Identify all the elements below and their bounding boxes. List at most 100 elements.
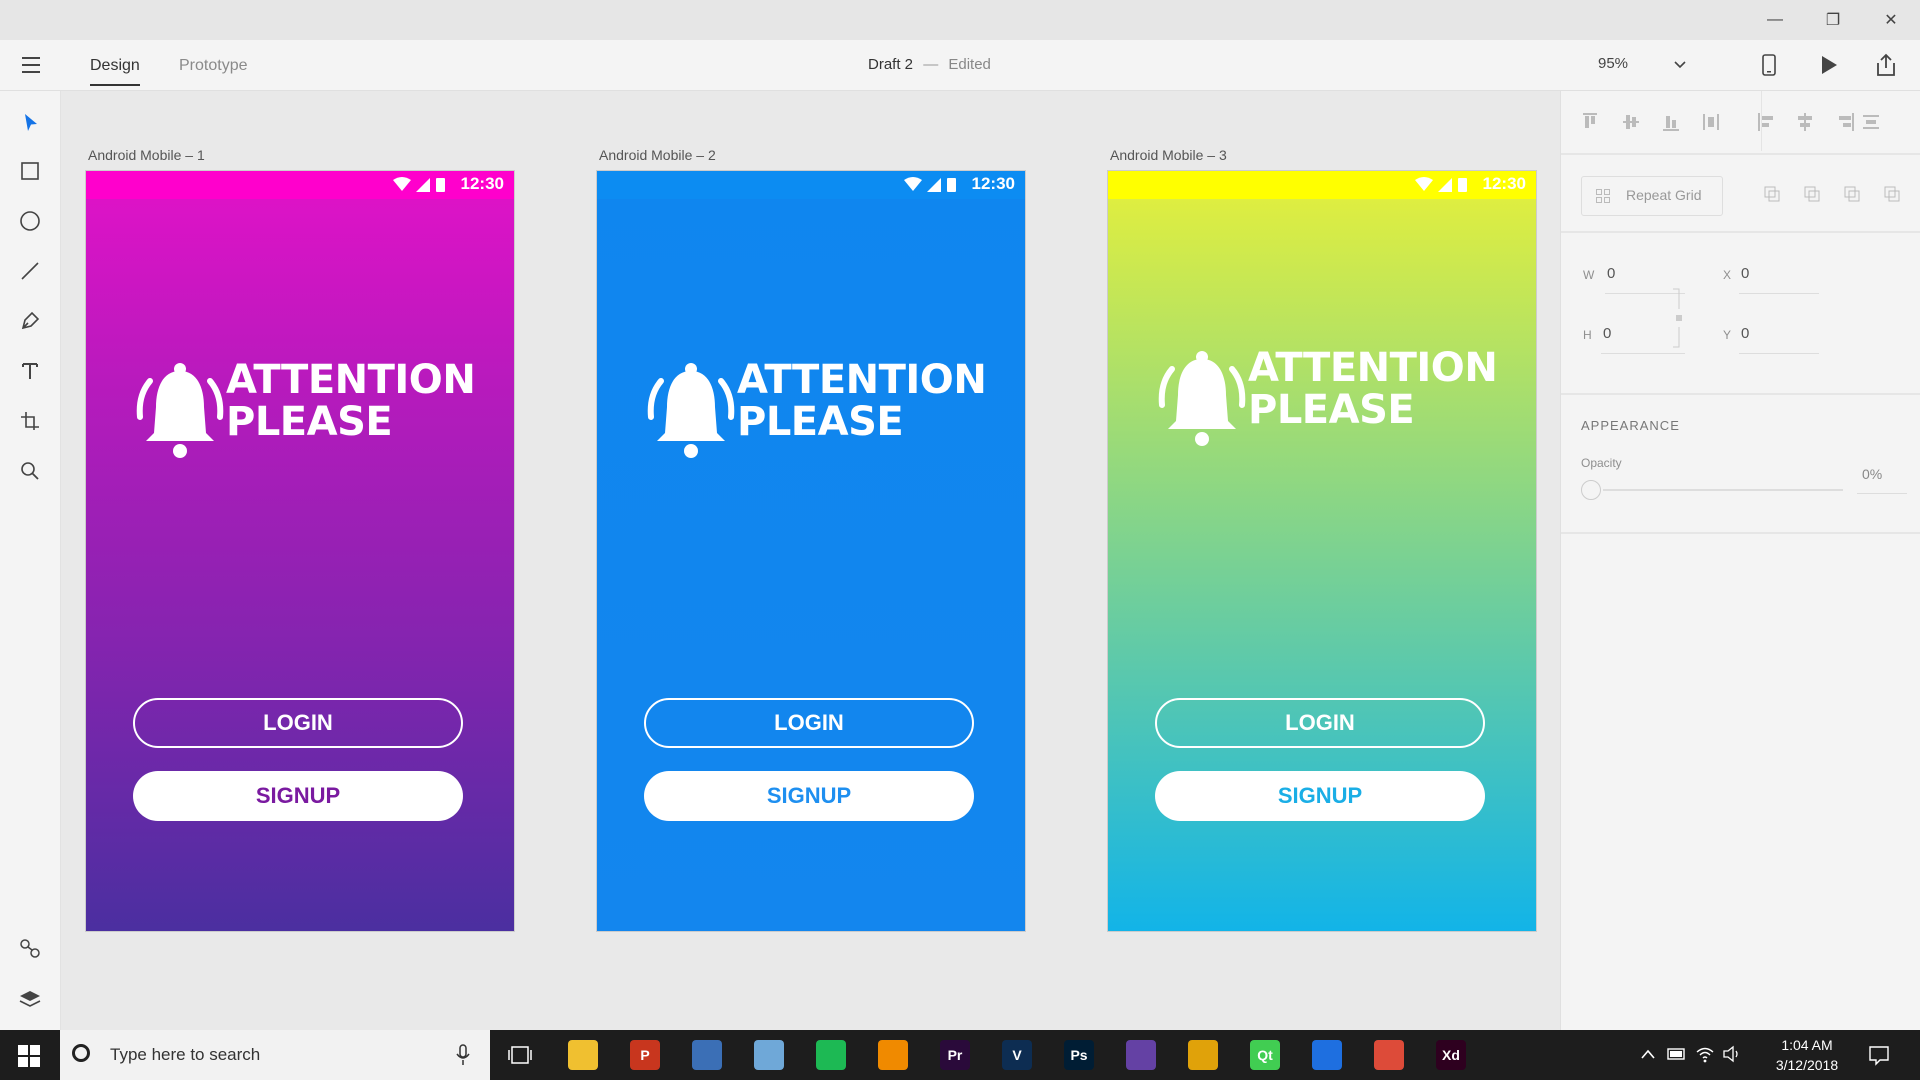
- doc-status: Edited: [948, 56, 991, 73]
- system-tray: [1640, 1044, 1780, 1066]
- signup-button[interactable]: SIGNUP: [644, 771, 974, 821]
- line-tool-icon[interactable]: [14, 255, 46, 287]
- play-icon[interactable]: [1819, 54, 1839, 76]
- height-field[interactable]: 0: [1603, 325, 1611, 342]
- document-title: Draft 2 — Edited: [868, 56, 991, 73]
- wifi-icon[interactable]: [1695, 1045, 1715, 1063]
- cortana-circle-icon: [72, 1044, 90, 1062]
- battery-icon[interactable]: [1667, 1047, 1687, 1061]
- login-button[interactable]: LOGIN: [133, 698, 463, 748]
- artboard-label[interactable]: Android Mobile – 1: [88, 147, 205, 163]
- tab-design[interactable]: Design: [90, 40, 140, 90]
- repeat-grid-icon: [1596, 189, 1610, 203]
- minimize-button[interactable]: —: [1752, 0, 1798, 40]
- select-tool-icon[interactable]: [14, 107, 46, 139]
- title-bar: — ❐ ✕: [0, 0, 1920, 40]
- file-explorer-icon[interactable]: [568, 1040, 598, 1070]
- app-toolbar: Design Prototype Draft 2 — Edited 95%: [0, 40, 1920, 91]
- opacity-slider-track[interactable]: [1603, 489, 1843, 491]
- bell-icon: [1158, 351, 1246, 446]
- windows-start-icon[interactable]: [18, 1045, 40, 1067]
- signup-button[interactable]: SIGNUP: [133, 771, 463, 821]
- chevron-down-icon: [1674, 61, 1686, 69]
- chevron-up-icon[interactable]: [1640, 1048, 1656, 1060]
- repeat-grid-button[interactable]: Repeat Grid: [1581, 176, 1723, 216]
- artboard-android-mobile-1[interactable]: 12:30 ATTENTION PLEASE LOGIN SIGNUP: [86, 171, 514, 931]
- logo-title: ATTENTION PLEASE: [226, 359, 476, 445]
- task-view-icon[interactable]: [508, 1044, 532, 1066]
- search-box[interactable]: Type here to search: [60, 1030, 490, 1080]
- opacity-slider-thumb[interactable]: [1581, 480, 1601, 500]
- artboard-android-mobile-3[interactable]: 12:30 ATTENTION PLEASE LOGIN SIGNUP: [1108, 171, 1536, 931]
- login-button[interactable]: LOGIN: [1155, 698, 1485, 748]
- layers-app-icon[interactable]: [1188, 1040, 1218, 1070]
- device-preview-icon[interactable]: [1761, 54, 1777, 76]
- xd-icon[interactable]: Xd: [1436, 1040, 1466, 1070]
- ellipse-tool-icon[interactable]: [14, 205, 46, 237]
- logo-line-1: ATTENTION: [737, 357, 987, 403]
- hamburger-menu-icon[interactable]: [20, 54, 42, 76]
- align-icons-row: [1583, 113, 1879, 131]
- status-time: 12:30: [971, 174, 1015, 193]
- notes-icon[interactable]: [754, 1040, 784, 1070]
- bell-icon: [136, 363, 224, 458]
- logo-line-1: ATTENTION: [1248, 345, 1498, 391]
- width-field[interactable]: 0: [1607, 265, 1615, 282]
- qt-icon[interactable]: Qt: [1250, 1040, 1280, 1070]
- zoom-tool-icon[interactable]: [14, 455, 46, 487]
- maps-icon[interactable]: [1312, 1040, 1342, 1070]
- doc-separator: —: [923, 56, 939, 73]
- bell-icon: [647, 363, 735, 458]
- status-icons: [393, 177, 445, 192]
- tab-prototype[interactable]: Prototype: [179, 40, 247, 90]
- zoom-select[interactable]: 95%: [1590, 52, 1700, 78]
- logo-line-2: PLEASE: [226, 399, 393, 445]
- assets-icon[interactable]: [14, 933, 46, 965]
- store-icon[interactable]: [692, 1040, 722, 1070]
- share-icon[interactable]: [1875, 53, 1897, 77]
- vlc-icon[interactable]: [878, 1040, 908, 1070]
- repeat-grid-label: Repeat Grid: [1626, 187, 1702, 203]
- spotify-icon[interactable]: [816, 1040, 846, 1070]
- zoom-value: 95%: [1598, 55, 1629, 72]
- rectangle-tool-icon[interactable]: [14, 155, 46, 187]
- status-bar: 12:30: [1108, 171, 1536, 199]
- boolean-ops-icons: [1764, 186, 1900, 202]
- logo-title: ATTENTION PLEASE: [737, 357, 987, 443]
- x-label: X: [1723, 268, 1732, 282]
- photoshop-icon[interactable]: Ps: [1064, 1040, 1094, 1070]
- clock-date: 3/12/2018: [1775, 1057, 1839, 1073]
- chrome-icon[interactable]: [1374, 1040, 1404, 1070]
- restore-button[interactable]: ❐: [1810, 0, 1856, 40]
- clock[interactable]: 1:04 AM 3/12/2018: [1762, 1035, 1852, 1075]
- status-bar: 12:30: [597, 171, 1025, 199]
- volume-icon[interactable]: [1722, 1045, 1742, 1063]
- y-field[interactable]: 0: [1741, 325, 1749, 342]
- login-button[interactable]: LOGIN: [644, 698, 974, 748]
- artboard-label[interactable]: Android Mobile – 2: [599, 147, 716, 163]
- text-tool-icon[interactable]: [14, 355, 46, 387]
- x-field[interactable]: 0: [1741, 265, 1749, 282]
- premiere-icon[interactable]: Pr: [940, 1040, 970, 1070]
- artboard-label[interactable]: Android Mobile – 3: [1110, 147, 1227, 163]
- lock-aspect-icon[interactable]: [1671, 287, 1685, 349]
- logo-title: ATTENTION PLEASE: [1248, 345, 1498, 431]
- twitch-icon[interactable]: [1126, 1040, 1156, 1070]
- artboard-tool-icon[interactable]: [14, 405, 46, 437]
- visio-icon[interactable]: V: [1002, 1040, 1032, 1070]
- attention-please-logo: ATTENTION PLEASE: [132, 359, 476, 461]
- signup-button[interactable]: SIGNUP: [1155, 771, 1485, 821]
- notifications-icon[interactable]: [1868, 1044, 1890, 1066]
- opacity-value[interactable]: 0%: [1862, 466, 1882, 482]
- pen-tool-icon[interactable]: [14, 305, 46, 337]
- divider: [1561, 532, 1920, 534]
- y-label: Y: [1723, 328, 1732, 342]
- layers-icon[interactable]: [14, 983, 46, 1015]
- artboard-android-mobile-2[interactable]: 12:30 ATTENTION PLEASE LOGIN SIGNUP: [597, 171, 1025, 931]
- papers-icon[interactable]: P: [630, 1040, 660, 1070]
- status-icons: [1415, 177, 1467, 192]
- divider: [1561, 153, 1920, 155]
- divider: [1561, 393, 1920, 395]
- close-button[interactable]: ✕: [1868, 0, 1914, 40]
- microphone-icon[interactable]: [456, 1044, 470, 1066]
